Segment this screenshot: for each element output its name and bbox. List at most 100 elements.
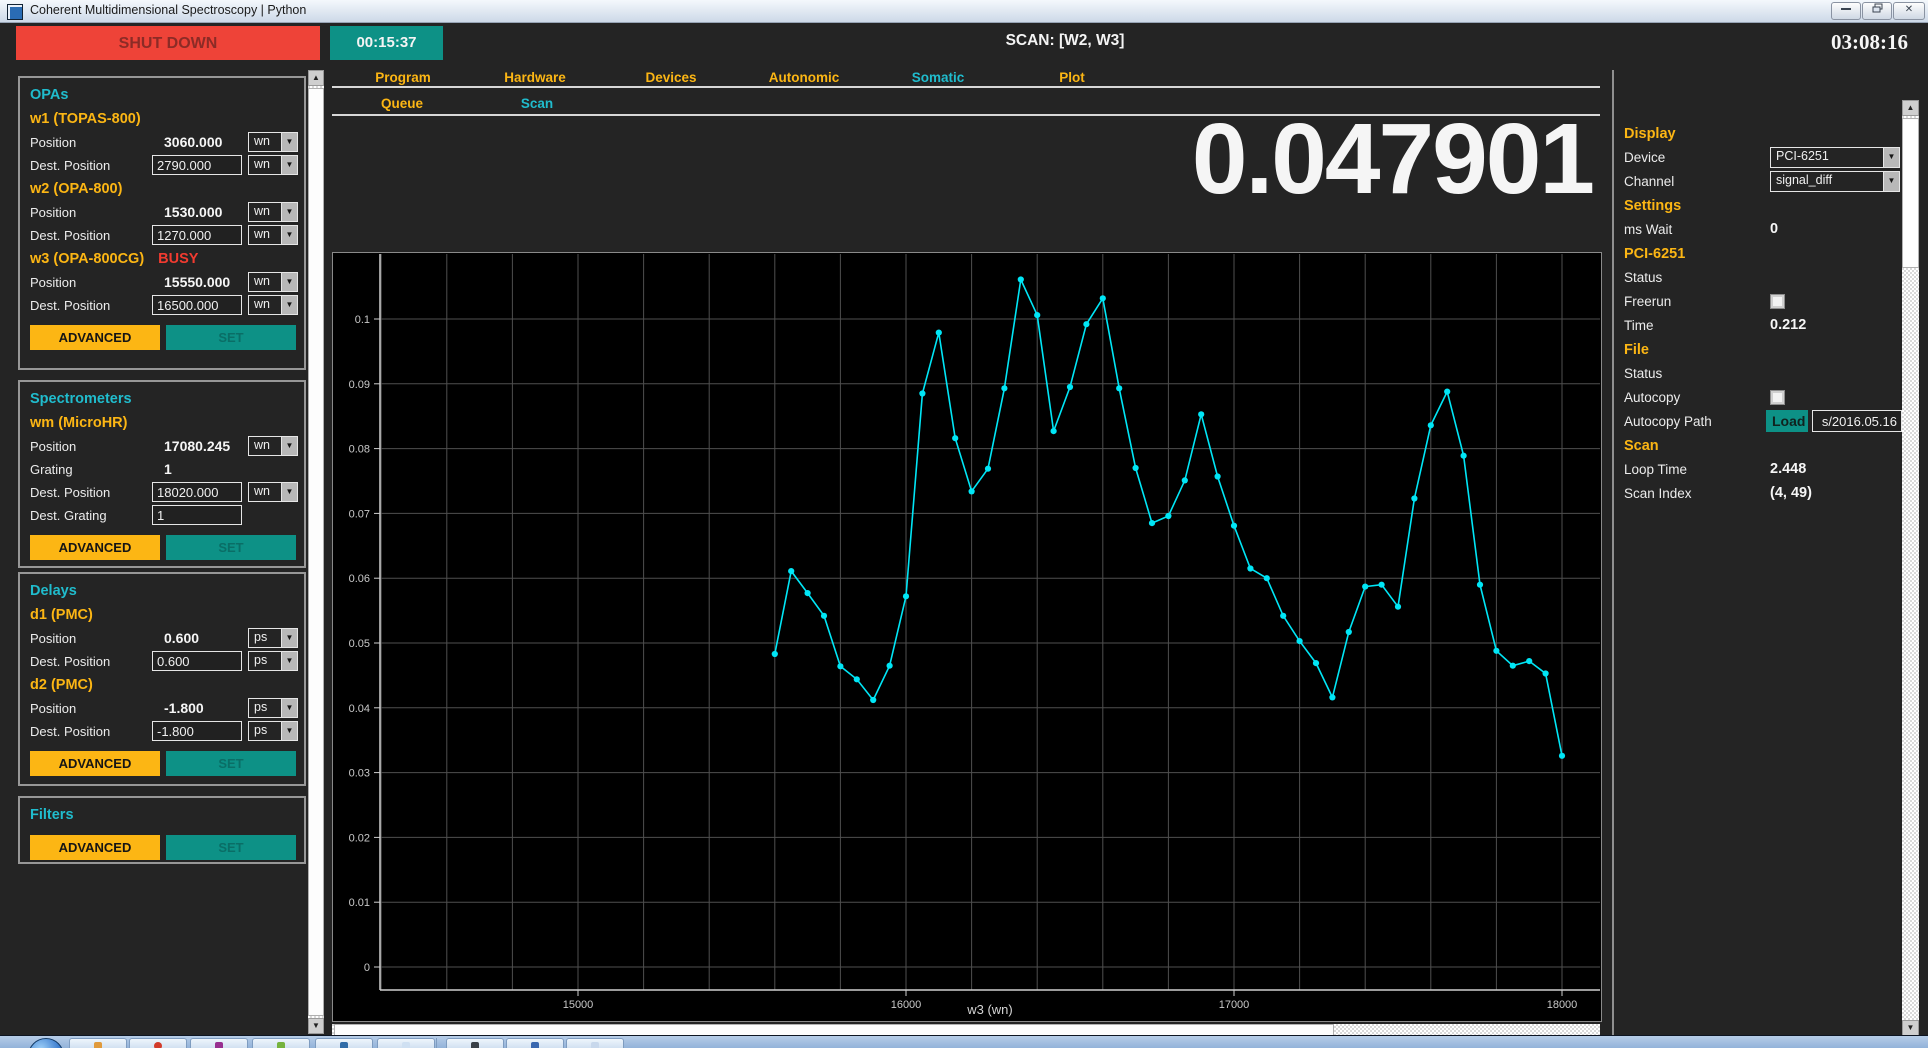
scroll-up-icon[interactable]: ▲ [1902,100,1919,116]
chevron-down-icon[interactable]: ▼ [281,652,297,670]
row-label: Position [30,135,76,150]
chevron-down-icon[interactable]: ▼ [1883,172,1899,191]
menu-item-plot[interactable]: Plot [1007,70,1137,85]
advanced-button[interactable]: ADVANCED [30,325,160,350]
dest-position-input[interactable] [152,505,242,525]
scrollbar-thumb[interactable] [1902,118,1919,268]
taskbar-app-button[interactable] [190,1038,248,1048]
tab-scan[interactable]: Scan [472,96,602,111]
settings-row: Status [1624,362,1904,386]
units-select[interactable]: wn▼ [248,202,298,222]
set-button[interactable]: SET [166,835,296,860]
autocopy-checkbox[interactable] [1770,390,1785,405]
dest-position-input[interactable] [152,482,242,502]
menu-item-devices[interactable]: Devices [606,70,736,85]
chevron-down-icon[interactable]: ▼ [281,699,297,717]
module-spectrometers: Spectrometerswm (MicroHR)Position17080.2… [18,380,306,568]
set-button[interactable]: SET [166,325,296,350]
channel-select[interactable]: signal_diff▼ [1770,171,1900,192]
units-select[interactable]: wn▼ [248,436,298,456]
dest-position-input[interactable] [152,155,242,175]
units-select[interactable]: ps▼ [248,721,298,741]
scan-plot[interactable]: 00.010.020.030.040.050.060.070.080.090.1… [332,252,1602,1022]
value-readout: 2.448 [1770,461,1806,477]
row-label: Position [30,275,76,290]
chevron-down-icon[interactable]: ▼ [281,156,297,174]
chevron-down-icon[interactable]: ▼ [281,722,297,740]
units-select[interactable]: ps▼ [248,651,298,671]
units-select[interactable]: wn▼ [248,295,298,315]
load-button[interactable]: Load [1766,410,1808,432]
units-select[interactable]: wn▼ [248,482,298,502]
row-label: Position [30,701,76,716]
sidebar-scrollbar[interactable]: ▲ ▼ [308,70,324,1034]
device-name: w1 (TOPAS-800) [30,108,294,132]
taskbar-app-button[interactable] [129,1038,187,1048]
dest-position-input[interactable] [152,225,242,245]
chevron-down-icon[interactable]: ▼ [281,296,297,314]
menu-item-autonomic[interactable]: Autonomic [739,70,869,85]
restore-icon [1872,3,1883,13]
advanced-button[interactable]: ADVANCED [30,835,160,860]
device-select[interactable]: PCI-6251▼ [1770,147,1900,168]
units-select[interactable]: ps▼ [248,698,298,718]
freerun-checkbox[interactable] [1770,294,1785,309]
set-button[interactable]: SET [166,535,296,560]
title-bar[interactable]: Coherent Multidimensional Spectroscopy |… [0,0,1928,23]
units-select[interactable]: wn▼ [248,155,298,175]
chevron-down-icon[interactable]: ▼ [281,203,297,221]
svg-text:0.01: 0.01 [349,897,370,909]
taskbar-app-button[interactable] [69,1038,127,1048]
taskbar-app-button[interactable] [506,1038,564,1048]
chevron-down-icon[interactable]: ▼ [281,629,297,647]
taskbar-app-button[interactable] [446,1038,504,1048]
advanced-button[interactable]: ADVANCED [30,751,160,776]
windows-taskbar[interactable] [0,1035,1928,1048]
dest-position-input[interactable] [152,651,242,671]
chevron-down-icon[interactable]: ▼ [281,273,297,291]
start-button[interactable] [28,1038,64,1048]
scroll-down-icon[interactable]: ▼ [308,1018,324,1034]
dest-position-input[interactable] [152,295,242,315]
tab-queue[interactable]: Queue [337,96,467,111]
svg-text:0: 0 [364,962,370,974]
units-select[interactable]: wn▼ [248,132,298,152]
minimize-button[interactable] [1831,2,1861,20]
units-select-value: ps [249,629,281,647]
right-panel-scrollbar[interactable]: ▲ ▼ [1902,100,1919,1036]
uptime-timer: 00:15:37 [330,26,443,60]
set-button[interactable]: SET [166,751,296,776]
advanced-button[interactable]: ADVANCED [30,535,160,560]
shutdown-button[interactable]: SHUT DOWN [16,26,320,60]
chevron-down-icon[interactable]: ▼ [281,133,297,151]
units-select[interactable]: wn▼ [248,225,298,245]
units-select[interactable]: ps▼ [248,628,298,648]
taskbar-app-button[interactable] [252,1038,310,1048]
chevron-down-icon[interactable]: ▼ [281,483,297,501]
units-select[interactable]: wn▼ [248,272,298,292]
units-select-value: wn [249,133,281,151]
dest-position-input[interactable] [152,721,242,741]
section-title-file: File [1624,338,1904,362]
taskbar-app-button[interactable] [377,1038,435,1048]
restore-button[interactable] [1862,2,1892,20]
taskbar-app-button[interactable] [566,1038,624,1048]
value-readout: 0.212 [1770,317,1806,333]
scroll-down-icon[interactable]: ▼ [1902,1020,1919,1036]
settings-row: Status [1624,266,1904,290]
taskbar-app-button[interactable] [315,1038,373,1048]
module-title: Spectrometers [30,388,294,412]
scrollbar-thumb[interactable] [308,88,324,1016]
row-label: Position [30,439,76,454]
menu-item-program[interactable]: Program [338,70,468,85]
close-button[interactable]: ✕ [1893,2,1925,20]
menu-item-somatic[interactable]: Somatic [873,70,1003,85]
chevron-down-icon[interactable]: ▼ [281,226,297,244]
scroll-up-icon[interactable]: ▲ [308,70,324,86]
autocopy-path-input[interactable] [1812,410,1902,432]
svg-text:0.02: 0.02 [349,832,370,844]
chevron-down-icon[interactable]: ▼ [1883,148,1899,167]
menu-item-hardware[interactable]: Hardware [470,70,600,85]
device-row: Dest. Grating [30,505,294,528]
chevron-down-icon[interactable]: ▼ [281,437,297,455]
